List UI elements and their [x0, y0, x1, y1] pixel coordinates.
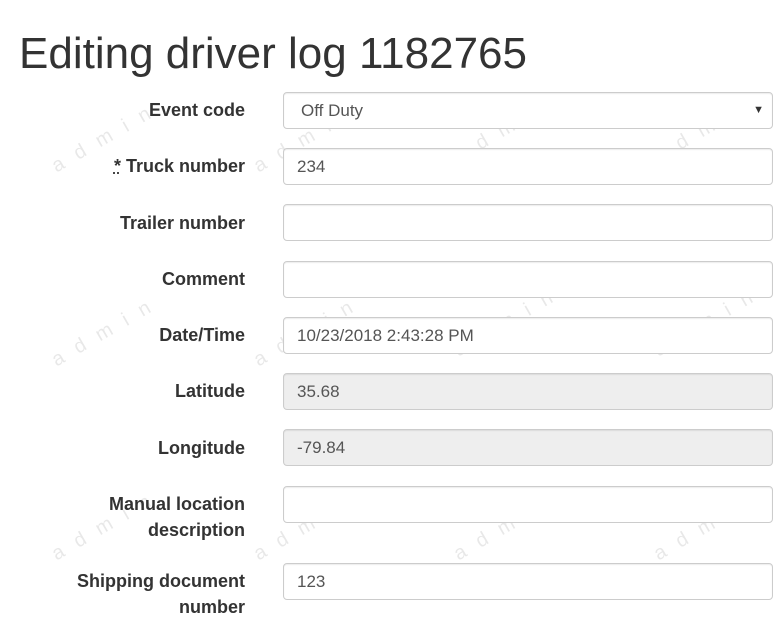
- date-time-value: 10/23/2018 2:43:28 PM: [297, 326, 474, 345]
- comment-label: Comment: [161, 269, 245, 289]
- longitude-input: -79.84: [283, 429, 773, 466]
- truck-number-value: 234: [297, 157, 326, 176]
- shipping-document-value: 123: [297, 572, 326, 591]
- event-code-value: Off Duty: [301, 101, 364, 120]
- comment-input[interactable]: [283, 261, 773, 298]
- edit-driver-log-page: admin admin admin admin admin admin admi…: [0, 0, 781, 634]
- shipping-document-input[interactable]: 123: [283, 563, 773, 600]
- date-time-label: Date/Time: [159, 325, 245, 345]
- event-code-select[interactable]: Off Duty ▼: [283, 92, 773, 129]
- required-marker: *: [113, 156, 121, 176]
- latitude-value: 35.68: [297, 382, 340, 401]
- latitude-label: Latitude: [175, 381, 245, 401]
- longitude-value: -79.84: [297, 438, 346, 457]
- event-code-label: Event code: [148, 100, 245, 120]
- trailer-number-label: Trailer number: [119, 213, 245, 233]
- date-time-input[interactable]: 10/23/2018 2:43:28 PM: [283, 317, 773, 354]
- longitude-label: Longitude: [158, 438, 245, 458]
- truck-number-input[interactable]: 234: [283, 148, 773, 185]
- page-title: Editing driver log 1182765: [19, 29, 527, 78]
- manual-location-label: Manual location description: [108, 494, 245, 540]
- trailer-number-input[interactable]: [283, 204, 773, 241]
- shipping-document-label: Shipping document number: [77, 571, 245, 617]
- latitude-input: 35.68: [283, 373, 773, 410]
- truck-number-label: * Truck number: [113, 156, 245, 176]
- manual-location-input[interactable]: [283, 486, 773, 523]
- chevron-down-icon: ▼: [753, 104, 764, 116]
